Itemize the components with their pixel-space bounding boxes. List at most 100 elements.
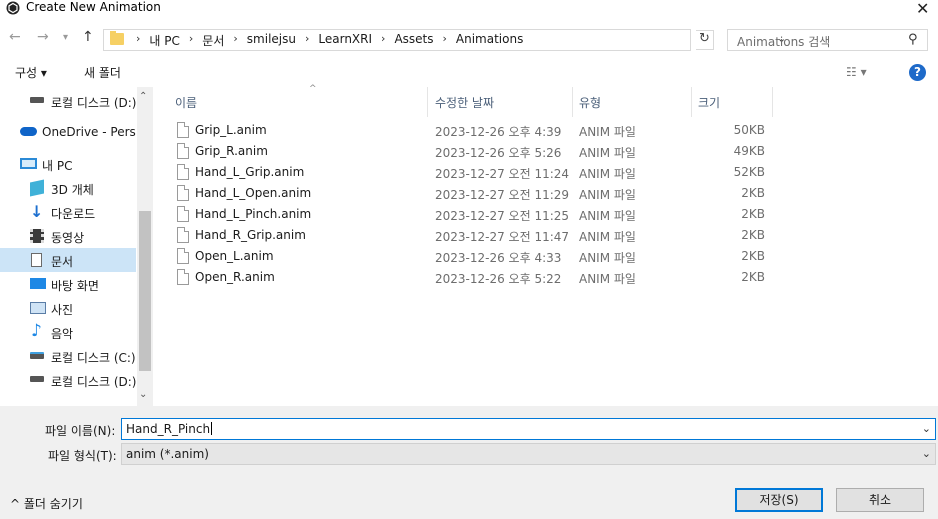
- column-header-date[interactable]: 수정한 날짜: [429, 87, 573, 117]
- breadcrumb-item[interactable]: smilejsu: [244, 32, 299, 49]
- file-size: 52KB: [733, 165, 765, 179]
- breadcrumb-item[interactable]: Assets: [391, 32, 436, 49]
- back-arrow-icon[interactable]: ←: [9, 29, 21, 45]
- table-row[interactable]: Open_R.anim 2023-12-26 오후 5:22 ANIM 파일 2…: [154, 267, 938, 288]
- close-icon[interactable]: ✕: [916, 0, 929, 18]
- 3d-objects-icon: [30, 179, 44, 197]
- file-name: Hand_L_Open.anim: [195, 186, 312, 200]
- chevron-right-icon[interactable]: ›: [183, 32, 199, 49]
- filename-field[interactable]: Hand_R_Pinch ⌄: [121, 418, 936, 440]
- help-icon[interactable]: ?: [909, 64, 926, 81]
- file-size: 2KB: [741, 207, 765, 221]
- save-form: 파일 이름(N): Hand_R_Pinch ⌄ 파일 형식(T): anim …: [0, 406, 938, 519]
- file-size: 49KB: [733, 144, 765, 158]
- file-type: ANIM 파일: [579, 146, 636, 160]
- nav-item-downloads[interactable]: ↓ 다운로드: [0, 200, 136, 224]
- cancel-button[interactable]: 취소: [836, 488, 924, 512]
- search-input[interactable]: Animations 검색 ⚲: [727, 29, 928, 51]
- nav-item-videos[interactable]: 동영상: [0, 224, 136, 248]
- file-type: ANIM 파일: [579, 167, 636, 181]
- navigation-pane: 로컬 디스크 (D:) OneDrive - Personal 내 PC 3D …: [0, 87, 154, 406]
- nav-item-documents[interactable]: 문서: [0, 248, 136, 272]
- nav-item-label: 사진: [51, 303, 74, 317]
- nav-item-label: 로컬 디스크 (C:): [51, 351, 136, 365]
- column-header-size[interactable]: 크기: [692, 87, 773, 117]
- file-type: ANIM 파일: [579, 209, 636, 223]
- breadcrumb-item[interactable]: LearnXRI: [315, 32, 375, 49]
- chevron-right-icon[interactable]: ›: [375, 32, 391, 49]
- table-row[interactable]: Hand_L_Grip.anim 2023-12-27 오전 11:24 ANI…: [154, 162, 938, 183]
- column-header-name[interactable]: 이름 ^: [169, 84, 428, 117]
- chevron-right-icon[interactable]: ›: [227, 32, 243, 49]
- document-icon: [31, 253, 42, 267]
- chevron-down-icon[interactable]: ⌄: [922, 447, 931, 460]
- nav-item-label: 문서: [51, 255, 74, 269]
- search-icon[interactable]: ⚲: [908, 32, 918, 47]
- file-type: ANIM 파일: [579, 251, 636, 265]
- chevron-right-icon[interactable]: ›: [437, 32, 453, 49]
- forward-arrow-icon[interactable]: →: [37, 29, 49, 45]
- file-date: 2023-12-26 오후 4:39: [435, 125, 562, 139]
- refresh-icon[interactable]: ↻: [696, 30, 714, 50]
- file-name: Grip_L.anim: [195, 123, 267, 137]
- nav-item-label: 내 PC: [42, 159, 73, 173]
- nav-item-this-pc[interactable]: 내 PC: [0, 152, 136, 176]
- view-options-icon[interactable]: ☷ ▾: [846, 65, 867, 79]
- file-type: ANIM 파일: [579, 272, 636, 286]
- nav-item-music[interactable]: ♪ 음악: [0, 320, 136, 344]
- file-icon: [177, 122, 189, 138]
- breadcrumb-item[interactable]: Animations: [453, 32, 526, 49]
- music-icon: ♪: [31, 321, 42, 341]
- file-name: Hand_L_Pinch.anim: [195, 207, 312, 221]
- chevron-up-icon[interactable]: ⌃: [139, 91, 147, 102]
- filetype-label: 파일 형식(T):: [48, 449, 117, 463]
- file-date: 2023-12-27 오전 11:47: [435, 230, 570, 244]
- chevron-right-icon[interactable]: ›: [299, 32, 315, 49]
- nav-scrollbar[interactable]: ⌃ ⌄: [137, 87, 153, 406]
- save-button[interactable]: 저장(S): [735, 488, 823, 512]
- column-header-label: 유형: [579, 96, 602, 110]
- nav-item-drive-d[interactable]: 로컬 디스크 (D:): [0, 368, 136, 392]
- drive-icon: [30, 376, 44, 382]
- breadcrumb-item[interactable]: 문서: [199, 32, 227, 49]
- file-type: ANIM 파일: [579, 188, 636, 202]
- column-header-label: 수정한 날짜: [435, 96, 495, 110]
- chevron-down-icon[interactable]: ⌄: [139, 389, 147, 400]
- table-row[interactable]: Grip_L.anim 2023-12-26 오후 4:39 ANIM 파일 5…: [154, 120, 938, 141]
- unity-app-icon: [6, 1, 20, 15]
- nav-item-drive-c[interactable]: 로컬 디스크 (C:): [0, 344, 136, 368]
- organize-button[interactable]: 구성 ▾: [15, 64, 47, 81]
- column-header-type[interactable]: 유형: [573, 87, 692, 117]
- recent-locations-icon[interactable]: ▾: [63, 32, 68, 43]
- nav-item-label: 3D 개체: [51, 183, 94, 197]
- file-list: 이름 ^ 수정한 날짜 유형 크기 Grip_L.anim 2023-12-26…: [154, 84, 938, 406]
- hide-folders-button[interactable]: ^ 폴더 숨기기: [10, 495, 83, 512]
- new-folder-button[interactable]: 새 폴더: [84, 64, 121, 81]
- text-caret: [211, 422, 213, 435]
- up-arrow-icon[interactable]: ↑: [82, 29, 94, 45]
- nav-item-label: OneDrive - Personal: [42, 125, 136, 139]
- table-row[interactable]: Hand_R_Grip.anim 2023-12-27 오전 11:47 ANI…: [154, 225, 938, 246]
- column-header-label: 이름: [175, 96, 198, 110]
- folder-icon: [110, 31, 124, 45]
- scrollbar-thumb[interactable]: [139, 211, 151, 371]
- filename-value-wrap: Hand_R_Pinch: [126, 422, 213, 436]
- table-row[interactable]: Hand_L_Open.anim 2023-12-27 오전 11:29 ANI…: [154, 183, 938, 204]
- table-row[interactable]: Grip_R.anim 2023-12-26 오후 5:26 ANIM 파일 4…: [154, 141, 938, 162]
- nav-item-3d-objects[interactable]: 3D 개체: [0, 176, 136, 200]
- filetype-select[interactable]: anim (*.anim) ⌄: [121, 443, 936, 465]
- nav-item-pictures[interactable]: 사진: [0, 296, 136, 320]
- nav-item-onedrive[interactable]: OneDrive - Personal: [0, 120, 136, 144]
- address-bar[interactable]: › 내 PC › 문서 › smilejsu › LearnXRI › Asse…: [103, 29, 786, 51]
- table-row[interactable]: Open_L.anim 2023-12-26 오후 4:33 ANIM 파일 2…: [154, 246, 938, 267]
- breadcrumb-item[interactable]: 내 PC: [146, 32, 182, 49]
- nav-item-desktop[interactable]: 바탕 화면: [0, 272, 136, 296]
- breadcrumb: › 내 PC › 문서 › smilejsu › LearnXRI › Asse…: [130, 32, 526, 49]
- nav-item-drive-d-top[interactable]: 로컬 디스크 (D:): [0, 89, 136, 113]
- chevron-right-icon[interactable]: ›: [130, 32, 146, 49]
- chevron-down-icon[interactable]: ⌄: [922, 422, 931, 435]
- table-row[interactable]: Hand_L_Pinch.anim 2023-12-27 오전 11:25 AN…: [154, 204, 938, 225]
- window-title: Create New Animation: [26, 0, 161, 14]
- nav-item-label: 동영상: [51, 231, 85, 245]
- file-date: 2023-12-26 오후 4:33: [435, 251, 562, 265]
